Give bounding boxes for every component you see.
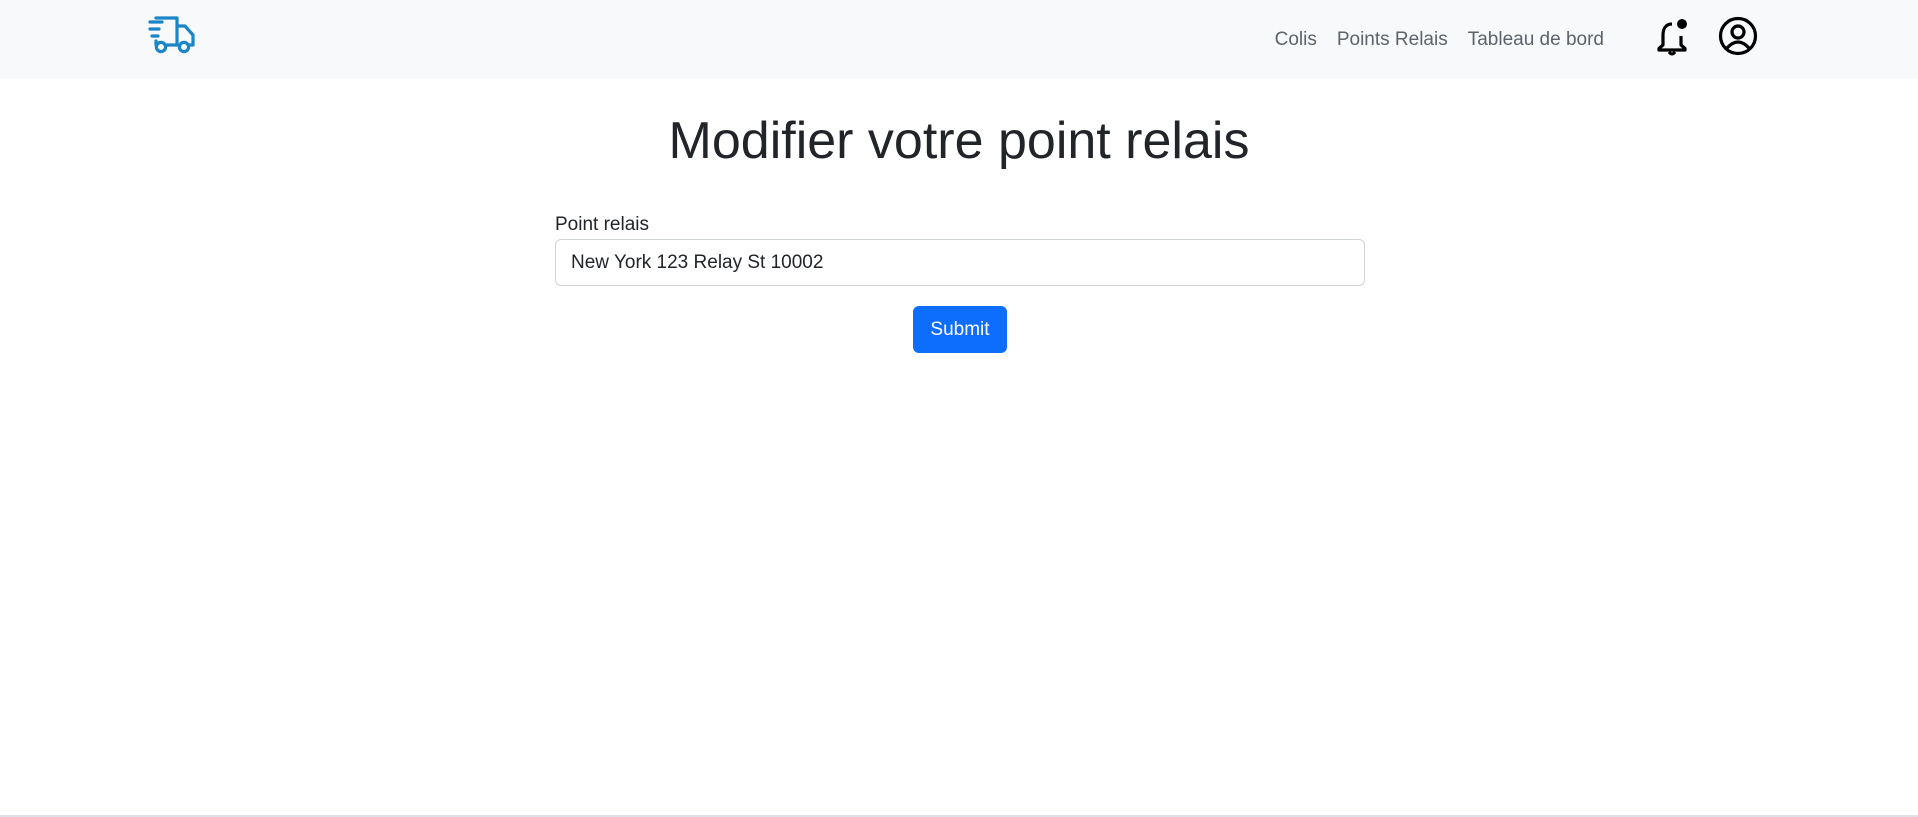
user-circle-icon — [1718, 16, 1758, 56]
nav-link-colis[interactable]: Colis — [1275, 29, 1317, 51]
navbar: Colis Points Relais Tableau de bord — [0, 0, 1918, 79]
notification-button[interactable] — [1655, 16, 1691, 56]
nav-link-tableau-de-bord[interactable]: Tableau de bord — [1468, 29, 1604, 51]
brand-logo[interactable] — [148, 14, 196, 56]
page-title: Modifier votre point relais — [668, 112, 1250, 170]
nav-link-points-relais[interactable]: Points Relais — [1337, 29, 1448, 51]
nav-links: Colis Points Relais Tableau de bord — [1275, 0, 1604, 79]
delivery-truck-icon — [148, 16, 195, 54]
account-button[interactable] — [1718, 16, 1758, 56]
submit-button[interactable]: Submit — [913, 306, 1007, 353]
relay-point-input[interactable] — [555, 239, 1365, 286]
bell-notification-icon — [1657, 19, 1687, 56]
relay-field-label: Point relais — [555, 214, 649, 235]
